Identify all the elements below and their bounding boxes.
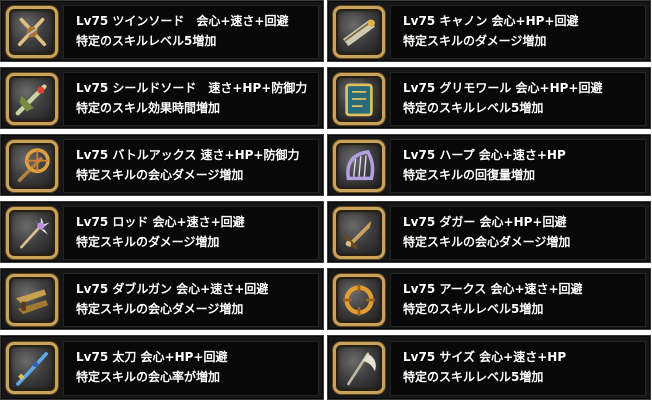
weapon-card-grimoire[interactable]: Lv75 グリモワール 会心+HP+回避 特定のスキルレベル5増加 — [327, 67, 651, 129]
katana-icon — [6, 342, 58, 394]
weapon-effect: 特定スキルのダメージ増加 — [76, 235, 220, 249]
weapon-card-arcs[interactable]: Lv75 アークス 会心+速さ+回避 特定のスキルレベル5増加 — [327, 268, 651, 330]
weapon-effect: 特定スキルの回復量増加 — [403, 168, 536, 182]
weapon-title: Lv75 ハープ 会心+速さ+HP — [403, 148, 566, 162]
weapon-info-panel: Lv75 ダブルガン 会心+速さ+回避 特定スキルの会心ダメージ増加 — [63, 273, 319, 327]
weapon-card-dagger[interactable]: Lv75 ダガー 会心+HP+回避 特定スキルの会心ダメージ増加 — [327, 201, 651, 263]
weapon-title: Lv75 太刀 会心+HP+回避 — [76, 350, 228, 364]
arcs-icon — [333, 274, 385, 326]
weapon-effect: 特定スキルの会心率が増加 — [76, 370, 221, 384]
weapon-effect: 特定のスキルレベル5増加 — [403, 101, 544, 115]
weapon-card-rod[interactable]: Lv75 ロッド 会心+速さ+回避 特定スキルのダメージ増加 — [0, 201, 324, 263]
weapon-title: Lv75 グリモワール 会心+HP+回避 — [403, 81, 603, 95]
weapon-info-panel: Lv75 シールドソード 速さ+HP+防御力 特定のスキル効果時間増加 — [63, 72, 319, 126]
weapon-card-battle-axe[interactable]: Lv75 バトルアックス 速さ+HP+防御力 特定スキルの会心ダメージ増加 — [0, 134, 324, 196]
scythe-icon — [333, 342, 385, 394]
weapon-title: Lv75 ロッド 会心+速さ+回避 — [76, 215, 245, 229]
weapon-card-twin-sword[interactable]: Lv75 ツインソード 会心+速さ+回避 特定のスキルレベル5増加 — [0, 0, 324, 62]
weapon-card-katana[interactable]: Lv75 太刀 会心+HP+回避 特定スキルの会心率が増加 — [0, 335, 324, 400]
shield-sword-icon — [6, 73, 58, 125]
weapon-list: Lv75 ツインソード 会心+速さ+回避 特定のスキルレベル5増加 Lv75 シ… — [0, 0, 652, 404]
weapon-card-scythe[interactable]: Lv75 サイズ 会心+速さ+HP 特定のスキルレベル5増加 — [327, 335, 651, 400]
weapon-title: Lv75 バトルアックス 速さ+HP+防御力 — [76, 148, 300, 162]
weapon-effect: 特定のスキルレベル5増加 — [403, 302, 544, 316]
weapon-card-harp[interactable]: Lv75 ハープ 会心+速さ+HP 特定スキルの回復量増加 — [327, 134, 651, 196]
double-gun-icon — [6, 274, 58, 326]
weapon-info-panel: Lv75 ハープ 会心+速さ+HP 特定スキルの回復量増加 — [390, 139, 646, 193]
weapon-title: Lv75 ダブルガン 会心+速さ+回避 — [76, 282, 269, 296]
weapon-effect: 特定スキルのダメージ増加 — [403, 34, 547, 48]
weapon-effect: 特定スキルの会心ダメージ増加 — [76, 168, 244, 182]
weapon-title: Lv75 ダガー 会心+HP+回避 — [403, 215, 567, 229]
weapon-info-panel: Lv75 アークス 会心+速さ+回避 特定のスキルレベル5増加 — [390, 273, 646, 327]
weapon-info-panel: Lv75 ツインソード 会心+速さ+回避 特定のスキルレベル5増加 — [63, 5, 319, 59]
weapon-info-panel: Lv75 ロッド 会心+速さ+回避 特定スキルのダメージ増加 — [63, 206, 319, 260]
weapon-info-panel: Lv75 サイズ 会心+速さ+HP 特定のスキルレベル5増加 — [390, 341, 646, 396]
weapon-info-panel: Lv75 ダガー 会心+HP+回避 特定スキルの会心ダメージ増加 — [390, 206, 646, 260]
weapon-effect: 特定スキルの会心ダメージ増加 — [403, 235, 571, 249]
weapon-title: Lv75 アークス 会心+速さ+回避 — [403, 282, 583, 296]
weapon-info-panel: Lv75 太刀 会心+HP+回避 特定スキルの会心率が増加 — [63, 341, 319, 396]
twin-sword-icon — [6, 6, 58, 58]
battle-axe-icon — [6, 140, 58, 192]
rod-icon — [6, 207, 58, 259]
cannon-icon — [333, 6, 385, 58]
weapon-title: Lv75 ツインソード 会心+速さ+回避 — [76, 14, 289, 28]
weapon-effect: 特定のスキル効果時間増加 — [76, 101, 221, 115]
weapon-card-cannon[interactable]: Lv75 キャノン 会心+HP+回避 特定スキルのダメージ増加 — [327, 0, 651, 62]
weapon-info-panel: Lv75 キャノン 会心+HP+回避 特定スキルのダメージ増加 — [390, 5, 646, 59]
weapon-effect: 特定のスキルレベル5増加 — [76, 34, 217, 48]
weapon-card-shield-sword[interactable]: Lv75 シールドソード 速さ+HP+防御力 特定のスキル効果時間増加 — [0, 67, 324, 129]
dagger-icon — [333, 207, 385, 259]
weapon-info-panel: Lv75 グリモワール 会心+HP+回避 特定のスキルレベル5増加 — [390, 72, 646, 126]
weapon-effect: 特定スキルの会心ダメージ増加 — [76, 302, 244, 316]
harp-icon — [333, 140, 385, 192]
weapon-effect: 特定のスキルレベル5増加 — [403, 370, 544, 384]
weapon-info-panel: Lv75 バトルアックス 速さ+HP+防御力 特定スキルの会心ダメージ増加 — [63, 139, 319, 193]
weapon-title: Lv75 キャノン 会心+HP+回避 — [403, 14, 579, 28]
weapon-title: Lv75 サイズ 会心+速さ+HP — [403, 350, 567, 364]
weapon-card-double-gun[interactable]: Lv75 ダブルガン 会心+速さ+回避 特定スキルの会心ダメージ増加 — [0, 268, 324, 330]
grimoire-icon — [333, 73, 385, 125]
weapon-title: Lv75 シールドソード 速さ+HP+防御力 — [76, 81, 308, 95]
